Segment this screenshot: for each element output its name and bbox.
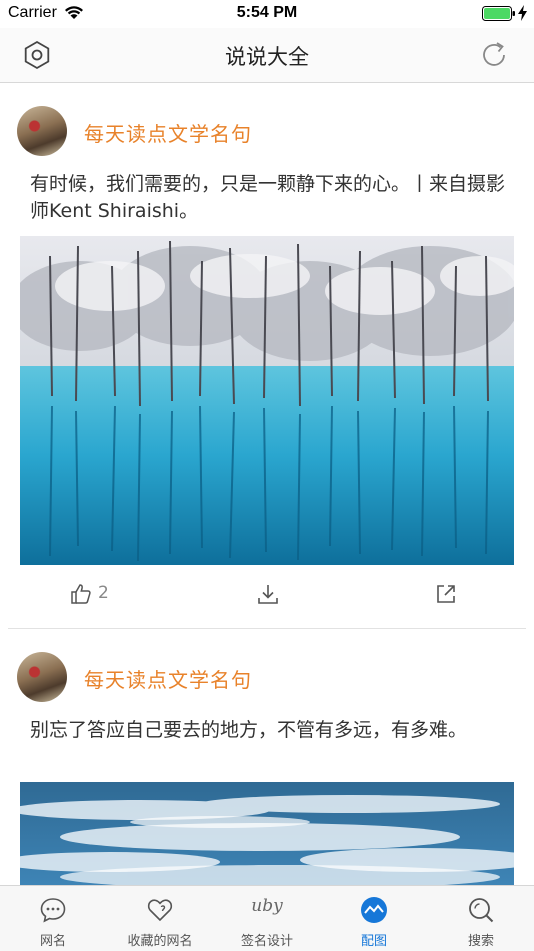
- tab-label: 签名设计: [240, 934, 293, 949]
- post-text: 别忘了答应自己要去的地方，不管有多远，有多难。: [30, 719, 468, 741]
- image-wave-icon: [361, 897, 387, 923]
- tab-label: 配图: [360, 934, 387, 949]
- heart-icon: [147, 899, 173, 922]
- thumbs-up-icon[interactable]: [70, 583, 92, 605]
- author-avatar[interactable]: [17, 106, 67, 156]
- tab-nicknames[interactable]: 网名: [0, 886, 106, 951]
- post-feed[interactable]: 每天读点文学名句 有时候，我们需要的，只是一颗静下来的心。丨来自摄影师Kent …: [0, 83, 534, 885]
- page-title: 说说大全: [225, 45, 309, 69]
- author-name[interactable]: 每天读点文学名句: [84, 664, 252, 693]
- tab-label: 搜索: [467, 934, 494, 949]
- tab-images[interactable]: 配图: [321, 886, 427, 951]
- post-divider: [8, 628, 526, 629]
- battery-icon: [482, 6, 515, 21]
- post-photo[interactable]: [20, 782, 514, 885]
- author-avatar[interactable]: [17, 652, 67, 702]
- share-external-icon[interactable]: [435, 583, 457, 605]
- navigation-bar: 说说大全: [0, 28, 534, 83]
- download-icon[interactable]: [257, 583, 279, 605]
- signature-icon: uby: [251, 896, 283, 916]
- like-count: 2: [98, 583, 109, 603]
- author-name[interactable]: 每天读点文学名句: [84, 118, 252, 147]
- status-bar: Carrier 5:54 PM: [0, 0, 534, 28]
- tab-label: 网名: [39, 934, 66, 949]
- post-actions: 2: [0, 581, 534, 611]
- chat-bubble-icon: [40, 898, 66, 923]
- post-photo[interactable]: [20, 236, 514, 565]
- charging-bolt-icon: [518, 5, 527, 21]
- tab-signature-design[interactable]: uby 签名设计: [214, 886, 320, 951]
- tab-favorite-nicknames[interactable]: 收藏的网名: [107, 886, 213, 951]
- tab-search[interactable]: 搜索: [428, 886, 534, 951]
- status-time: 5:54 PM: [236, 4, 298, 21]
- refresh-icon[interactable]: [478, 39, 510, 71]
- tab-bar: 网名 收藏的网名 uby 签名设计 配图 搜索: [0, 885, 534, 951]
- search-icon: [469, 898, 494, 923]
- tab-label: 收藏的网名: [127, 934, 193, 949]
- post-text: 有时候，我们需要的，只是一颗静下来的心。丨来自摄影师Kent Shiraishi…: [30, 173, 506, 222]
